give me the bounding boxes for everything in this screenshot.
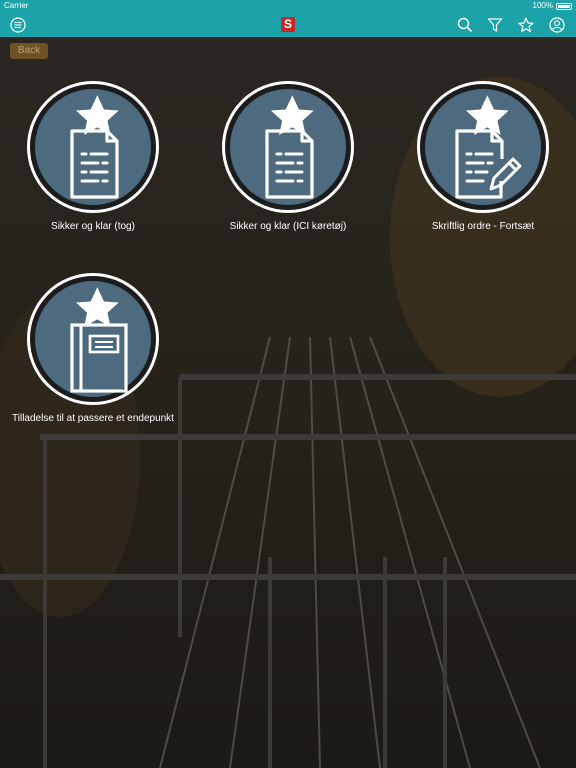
- menu-icon: [10, 17, 26, 33]
- tile-label: Sikker og klar (ICI køretøj): [229, 221, 347, 232]
- back-button[interactable]: Back: [10, 43, 48, 59]
- profile-button[interactable]: [546, 14, 568, 36]
- tile-label: Skriftlig ordre - Fortsæt: [431, 221, 535, 232]
- document-icon: [70, 95, 119, 199]
- tile-circle: [27, 273, 159, 405]
- filter-button[interactable]: [484, 14, 506, 36]
- tile-circle: [222, 81, 354, 213]
- document-icon: [265, 95, 314, 199]
- tile-label: Sikker og klar (tog): [51, 221, 135, 232]
- status-bar: Carrier 100%: [0, 0, 576, 12]
- tile-label: Tilladelse til at passere et endepunkt: [12, 413, 174, 424]
- tile-sikker-og-klar-ici[interactable]: Sikker og klar (ICI køretøj): [193, 81, 383, 232]
- tile-circle: [27, 81, 159, 213]
- back-label: Back: [17, 45, 41, 56]
- tile-icon-bg: [230, 89, 346, 205]
- menu-button[interactable]: [7, 14, 29, 36]
- tile-circle: [417, 81, 549, 213]
- booklet-icon: [70, 287, 128, 393]
- tile-icon-bg: [425, 89, 541, 205]
- filter-icon: [487, 18, 503, 32]
- favorites-button[interactable]: [515, 14, 537, 36]
- battery-percent: 100%: [532, 1, 553, 10]
- tile-tilladelse-endepunkt[interactable]: Tilladelse til at passere et endepunkt: [0, 273, 188, 424]
- search-button[interactable]: [454, 14, 476, 36]
- nav-bar: S: [0, 12, 576, 37]
- carrier-label: Carrier: [4, 1, 29, 10]
- search-icon: [457, 17, 473, 33]
- document-edit-icon: [455, 95, 522, 199]
- tile-sikker-og-klar-tog[interactable]: Sikker og klar (tog): [0, 81, 188, 232]
- tile-skriftlig-ordre[interactable]: Skriftlig ordre - Fortsæt: [388, 81, 576, 232]
- battery-icon: [556, 2, 572, 10]
- user-icon: [549, 17, 565, 33]
- tile-icon-bg: [35, 89, 151, 205]
- star-icon: [518, 17, 534, 33]
- app-logo: S: [281, 17, 295, 32]
- tile-icon-bg: [35, 281, 151, 397]
- battery-indicator: 100%: [533, 0, 572, 12]
